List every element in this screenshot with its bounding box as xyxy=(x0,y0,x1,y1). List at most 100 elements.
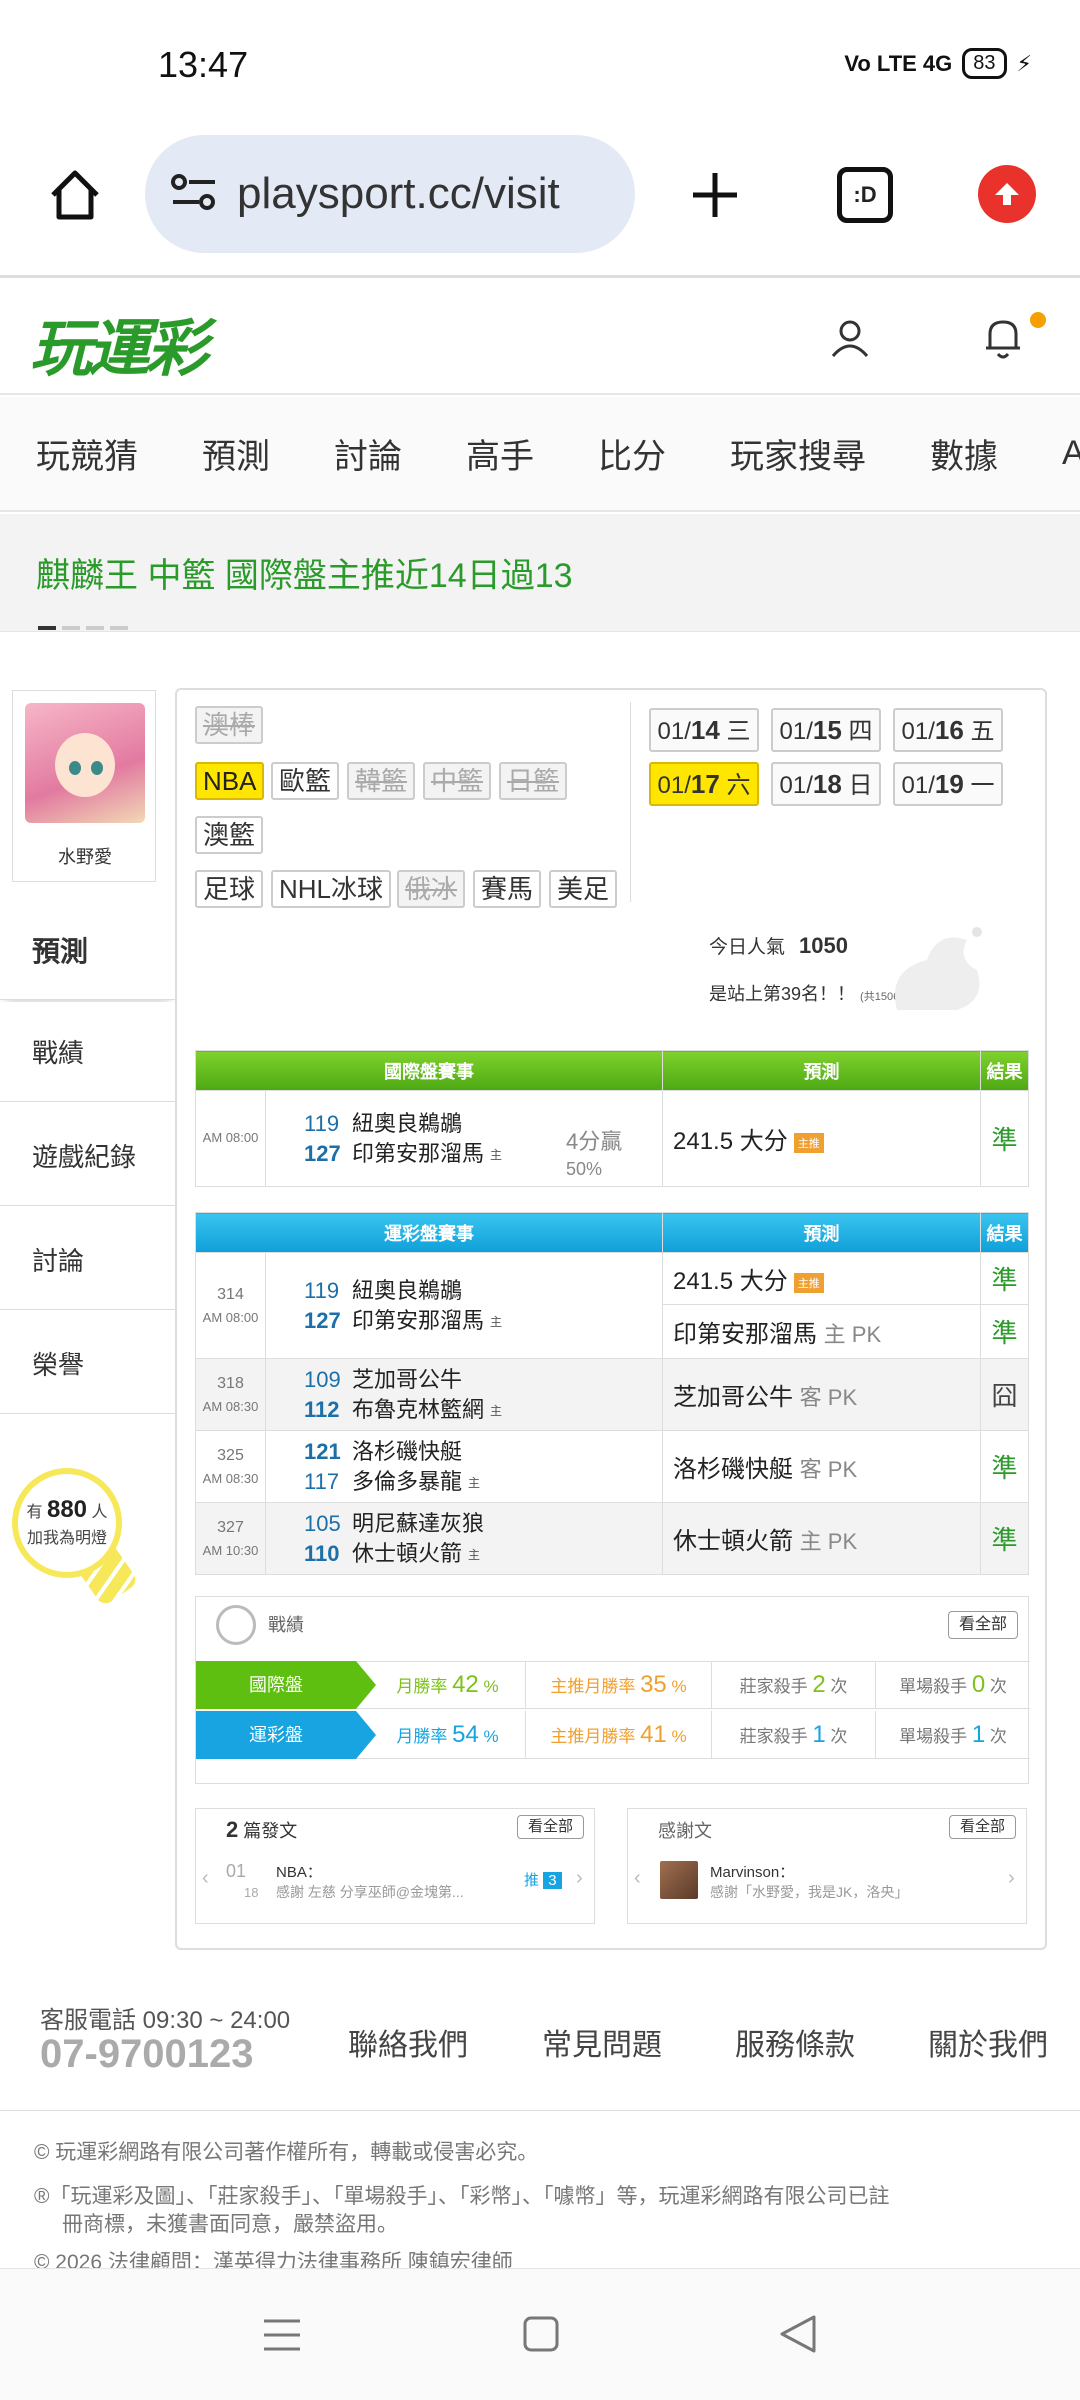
thanks-item[interactable]: Marvinson： 感謝「水野愛，我是JK，洛央」 xyxy=(710,1861,1000,1902)
charging-icon: ⚡ xyxy=(1016,50,1032,76)
chevron-left-icon[interactable]: ‹ xyxy=(634,1867,641,1890)
footer-link-about[interactable]: 關於我們 xyxy=(928,2020,1048,2064)
table-row[interactable]: 318 AM 08:30 109 芝加哥公牛 112 布魯克林籃網主 芝加哥公牛 客 … xyxy=(195,1358,1029,1431)
see-all-button[interactable]: 看全部 xyxy=(948,1815,1016,1839)
match-teams[interactable]: 119 紐奧良鵜鶘 127 印第安那溜馬主 4分贏 50% xyxy=(265,1090,663,1187)
light-bulb-follow[interactable]: 有 880 人 加我為明燈 xyxy=(12,1468,122,1578)
prediction-cell: 休士頓火箭 主 PK xyxy=(662,1502,981,1575)
see-all-button[interactable]: 看全部 xyxy=(947,1611,1018,1639)
table-row[interactable]: AM 08:00 119 紐奧良鵜鶘 127 印第安那溜馬主 4分贏 50% 241.… xyxy=(195,1090,1029,1187)
footer-link-contact[interactable]: 聯絡我們 xyxy=(348,2020,468,2064)
match-teams[interactable]: 119 紐奧良鵜鶘 127 印第安那溜馬主 xyxy=(265,1252,663,1359)
sport-tag[interactable]: 澳棒 xyxy=(195,706,264,744)
side-tab-discussion[interactable]: 討論 xyxy=(0,1210,175,1310)
nav-item[interactable]: 討論 xyxy=(334,429,402,478)
footer-link-terms[interactable]: 服務條款 xyxy=(735,2020,855,2064)
marquee-text[interactable]: 麒麟王 中籃 國際盤主推近14日過13 xyxy=(36,548,573,597)
prediction-cell: 印第安那溜馬 主 PK xyxy=(662,1304,981,1359)
date-button[interactable]: 01/19 一 xyxy=(893,762,1003,806)
system-nav-bar xyxy=(0,2268,1080,2400)
trademark-text: ®「玩運彩及圖」、「莊家殺手」、「單場殺手」、「彩幣」、「噱幣」等，玩運彩網路有… xyxy=(34,2185,890,2208)
match-teams[interactable]: 105 明尼蘇達灰狼 110 休士頓火箭主 xyxy=(265,1502,663,1575)
col-header: 結果 xyxy=(980,1212,1029,1253)
prediction-cell: 洛杉磯快艇 客 PK xyxy=(662,1430,981,1503)
status-bar: 13:47 Vo LTE 4G 83 ⚡ xyxy=(0,0,1080,130)
post-item[interactable]: NBA： 感謝 左慈 分享巫師@金塊第... xyxy=(276,1861,486,1902)
chevron-left-icon[interactable]: ‹ xyxy=(202,1867,209,1890)
side-tab-honor[interactable]: 榮譽 xyxy=(0,1314,175,1414)
table-row[interactable]: 325 AM 08:30 121 洛杉磯快艇 117 多倫多暴龍主 洛杉磯快艇 客 P… xyxy=(195,1430,1029,1503)
sport-tag[interactable]: NHL冰球 xyxy=(271,870,392,908)
home-icon[interactable] xyxy=(40,160,110,230)
nav-item[interactable]: 高手 xyxy=(466,429,534,478)
thanks-card: 感謝文 看全部 ‹ Marvinson： 感謝「水野愛，我是JK，洛央」 › xyxy=(627,1808,1027,1924)
signal-icon: Vo LTE 4G xyxy=(844,50,953,76)
divider xyxy=(630,702,631,902)
nav-item[interactable]: 預測 xyxy=(202,429,270,478)
new-tab-icon[interactable] xyxy=(680,160,750,230)
status-icons: Vo LTE 4G 83 ⚡ xyxy=(844,48,1032,79)
sport-tag: 俄冰 xyxy=(397,870,466,908)
col-header: 國際盤賽事 xyxy=(195,1050,663,1091)
thanks-title: 感謝文 xyxy=(658,1821,712,1841)
main-pick-win-rate: 主推月勝率 35 % xyxy=(526,1661,712,1709)
bulb-count: 880 xyxy=(46,1496,88,1523)
match-teams[interactable]: 121 洛杉磯快艇 117 多倫多暴龍主 xyxy=(265,1430,663,1503)
battery-icon: 83 xyxy=(962,48,1007,79)
banker-killer: 莊家殺手 1 次 xyxy=(712,1710,876,1759)
footer-divider xyxy=(0,2110,1080,2111)
side-tab-game-log[interactable]: 遊戲紀錄 xyxy=(0,1106,175,1206)
home-nav-icon[interactable] xyxy=(522,2315,560,2358)
date-button[interactable]: 01/14 三 xyxy=(649,708,759,752)
back-icon[interactable] xyxy=(778,2313,818,2360)
url-bar[interactable]: playsport.cc/visit xyxy=(145,135,635,253)
date-button[interactable]: 01/18 日 xyxy=(771,762,881,806)
side-tab-predict[interactable]: 預測 xyxy=(0,900,175,1000)
col-header: 預測 xyxy=(662,1050,981,1091)
service-phone[interactable]: 07-9700123 xyxy=(40,2032,254,2077)
match-teams[interactable]: 109 芝加哥公牛 112 布魯克林籃網主 xyxy=(265,1358,663,1431)
user-icon[interactable] xyxy=(828,316,872,365)
carousel-dots xyxy=(38,626,128,630)
nav-item[interactable]: 玩家搜尋 xyxy=(730,429,866,478)
news-marquee[interactable]: 麒麟王 中籃 國際盤主推近14日過13 xyxy=(0,514,1080,632)
sport-tag-selected[interactable]: NBA xyxy=(195,762,265,800)
spread: 4分贏 xyxy=(566,1129,623,1154)
table-row[interactable]: 314 AM 08:00 119 紐奧良鵜鶘 127 印第安那溜馬主 241.5 大分… xyxy=(195,1252,1029,1359)
sport-tag[interactable]: 賽馬 xyxy=(473,870,542,908)
sport-tag[interactable]: 澳籃 xyxy=(195,816,264,854)
menu-icon[interactable] xyxy=(262,2315,302,2360)
nav-item[interactable]: 玩競猜 xyxy=(36,429,138,478)
tab-switcher-icon[interactable]: :D xyxy=(830,160,900,230)
prediction-cell: 241.5 大分 主推 xyxy=(662,1252,981,1305)
side-tab-record[interactable]: 戰績 xyxy=(0,1002,175,1102)
nav-item[interactable]: 比分 xyxy=(598,429,666,478)
footer-link-faq[interactable]: 常見問題 xyxy=(542,2020,662,2064)
date-button[interactable]: 01/15 四 xyxy=(771,708,881,752)
site-settings-icon[interactable] xyxy=(171,172,217,217)
nav-item[interactable]: 數據 xyxy=(930,429,998,478)
chevron-right-icon[interactable]: › xyxy=(576,1867,583,1890)
table-row[interactable]: 327 AM 10:30 105 明尼蘇達灰狼 110 休士頓火箭主 休士頓火箭 主 … xyxy=(195,1502,1029,1575)
update-icon[interactable] xyxy=(978,165,1036,223)
posts-card: 2 篇發文 看全部 ‹ 01 18 NBA： 感謝 左慈 分享巫師@金塊第... … xyxy=(195,1808,595,1924)
result: 準 xyxy=(980,1252,1029,1305)
nav-item[interactable]: APP xyxy=(1062,434,1080,473)
trademark-text: 冊商標，未獲書面同意，嚴禁盜用。 xyxy=(62,2213,398,2236)
date-button[interactable]: 01/16 五 xyxy=(893,708,1003,752)
thanker-avatar[interactable] xyxy=(660,1861,698,1899)
game-time: AM 08:00 xyxy=(195,1090,266,1187)
profile-card[interactable]: 水野愛 xyxy=(12,690,156,882)
sport-tag[interactable]: 足球 xyxy=(195,870,264,908)
sport-tag[interactable]: 美足 xyxy=(549,870,618,908)
game-time: 327 AM 10:30 xyxy=(195,1502,266,1575)
avatar[interactable] xyxy=(25,703,145,823)
date-button-selected[interactable]: 01/17 六 xyxy=(649,762,759,806)
post-date: 01 18 xyxy=(226,1861,259,1900)
sport-tag[interactable]: 歐籃 xyxy=(271,762,340,800)
chevron-right-icon[interactable]: › xyxy=(1008,1867,1015,1890)
popularity-label: 今日人氣 xyxy=(709,937,786,958)
see-all-button[interactable]: 看全部 xyxy=(516,1815,584,1839)
notification-bell-icon[interactable] xyxy=(980,314,1026,367)
site-logo[interactable]: 玩運彩 xyxy=(30,298,208,388)
